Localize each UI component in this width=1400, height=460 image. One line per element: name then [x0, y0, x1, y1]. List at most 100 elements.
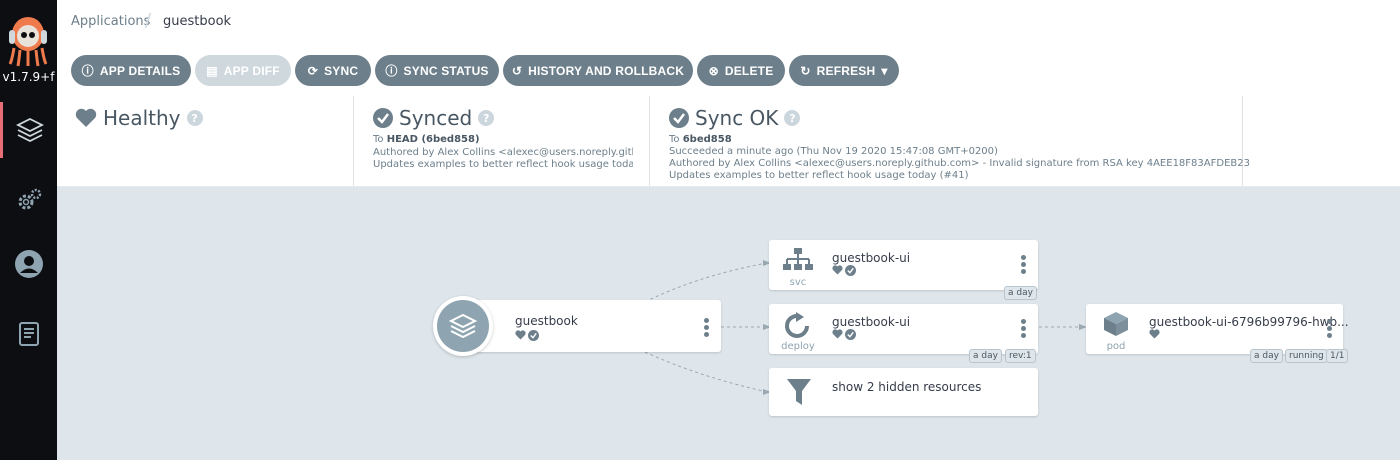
- refresh-label: REFRESH: [816, 63, 876, 78]
- hidden-resources-link[interactable]: show 2 hidden resources: [832, 380, 981, 394]
- sidebar-item-user-info[interactable]: [0, 236, 57, 292]
- heart-icon: [1149, 329, 1160, 339]
- root-app-name: guestbook: [515, 314, 578, 328]
- heart-icon: [515, 330, 526, 340]
- caret-down-icon: ▾: [881, 63, 888, 78]
- health-status-section: Healthy ?: [57, 96, 354, 186]
- app-diff-label: APP DIFF: [223, 63, 280, 78]
- deploy-revision-tag: rev:1: [1005, 349, 1036, 363]
- info-circle-icon: ⓘ: [385, 63, 398, 78]
- pod-menu-icon[interactable]: [1327, 319, 1333, 339]
- refresh-button[interactable]: ↻ REFRESH ▾: [789, 55, 899, 86]
- app-diff-button[interactable]: ▤ APP DIFF: [195, 55, 291, 86]
- sync-status-button[interactable]: ⓘ SYNC STATUS: [375, 55, 499, 86]
- app-details-label: APP DETAILS: [99, 63, 181, 78]
- gears-icon: [18, 188, 41, 210]
- svc-name: guestbook-ui: [832, 251, 911, 265]
- question-circle-icon[interactable]: ?: [186, 110, 203, 126]
- times-circle-icon: ⊗: [708, 63, 719, 78]
- pod-health: [1149, 329, 1160, 339]
- pod-age-tag: a day: [1250, 349, 1283, 363]
- sync-arrows-icon: ⟳: [307, 63, 319, 78]
- sidebar-item-applications[interactable]: [0, 102, 57, 158]
- breadcrumb-separator: /: [145, 10, 152, 31]
- deploy-age-tag: a day: [969, 349, 1002, 363]
- check-circle-icon: [373, 108, 393, 128]
- cube-icon: [1104, 312, 1128, 336]
- svc-kind-label: svc: [789, 277, 807, 288]
- redo-icon: ↻: [800, 63, 811, 78]
- hidden-resources-node[interactable]: show 2 hidden resources: [769, 368, 1038, 416]
- pod-node[interactable]: pod guestbook-ui-6796b99796-hwb... a day…: [1086, 304, 1349, 363]
- operation-message: Updates examples to better reflect hook …: [669, 170, 969, 181]
- status-panel: Healthy ? Synced ? To HEAD (6bed858) Aut…: [57, 96, 1400, 187]
- pod-status-tag: running: [1285, 349, 1328, 363]
- check-circle-icon: [669, 108, 689, 128]
- pod-ready-tag: 1/1: [1326, 349, 1349, 363]
- edge-root-hidden: [644, 351, 768, 393]
- layers-icon: [15, 117, 45, 143]
- svc-health: [832, 265, 856, 276]
- operation-author: Authored by Alex Collins <alexec@users.n…: [669, 158, 1250, 169]
- toolbar: ⓘ APP DETAILS ▤ APP DIFF ⟳ SYNC ⓘ SYNC S…: [57, 44, 1400, 97]
- sync-target: To HEAD (6bed858): [373, 134, 480, 145]
- pod-kind-label: pod: [1106, 341, 1126, 352]
- check-circle-icon: [528, 330, 539, 341]
- sync-status-label: SYNC STATUS: [403, 63, 489, 78]
- sidebar-item-settings[interactable]: [0, 172, 57, 228]
- operation-succeeded: Succeeded a minute ago (Thu Nov 19 2020 …: [669, 146, 998, 157]
- history-label: HISTORY AND ROLLBACK: [528, 63, 685, 78]
- svc-node[interactable]: svc guestbook-ui a day: [769, 240, 1038, 300]
- resource-tree-canvas[interactable]: guestbook svc guestbook-ui a day deploy …: [57, 186, 1400, 460]
- sidebar: v1.7.9+f: [0, 0, 57, 460]
- deploy-menu-icon[interactable]: [1021, 319, 1027, 339]
- breadcrumb-applications[interactable]: Applications: [71, 14, 150, 29]
- health-status-label: Healthy: [103, 106, 181, 130]
- sidebar-item-docs[interactable]: [0, 306, 57, 362]
- deploy-health: [832, 329, 856, 340]
- svc-age-tag: a day: [1004, 286, 1037, 300]
- rotate-arrow-icon: [785, 312, 809, 338]
- info-circle-icon: ⓘ: [81, 63, 94, 78]
- app-details-button[interactable]: ⓘ APP DETAILS: [71, 55, 191, 86]
- operation-status-section: Sync OK ? To 6bed858 Succeeded a minute …: [649, 96, 1250, 186]
- delete-label: DELETE: [724, 63, 774, 78]
- sync-label: SYNC: [324, 63, 359, 78]
- file-icon: ▤: [206, 63, 218, 78]
- history-icon: ↺: [511, 63, 523, 78]
- book-icon: [18, 322, 39, 346]
- layers-icon: [448, 313, 478, 339]
- sync-author: Authored by Alex Collins <alexec@users.n…: [373, 147, 633, 158]
- user-circle-icon: [14, 250, 43, 278]
- top-bar: Applications / guestbook: [57, 0, 1400, 44]
- deploy-node[interactable]: deploy guestbook-ui a day rev:1: [769, 304, 1038, 363]
- argo-octopus-logo[interactable]: [6, 8, 50, 70]
- check-circle-icon: [845, 329, 856, 340]
- pod-name: guestbook-ui-6796b99796-hwb...: [1149, 315, 1349, 329]
- sync-button[interactable]: ⟳ SYNC: [295, 55, 371, 86]
- root-app-health: [515, 330, 539, 341]
- root-app-icon-ring: [433, 296, 493, 356]
- heart-icon: [832, 329, 843, 339]
- question-circle-icon[interactable]: ?: [478, 110, 495, 126]
- edge-root-svc: [644, 262, 768, 303]
- operation-status-value: Sync OK: [695, 106, 779, 130]
- heart-icon: [832, 265, 843, 275]
- deploy-kind-label: deploy: [781, 341, 815, 352]
- network-tree-icon: [783, 248, 813, 270]
- check-circle-icon: [845, 265, 856, 276]
- question-circle-icon[interactable]: ?: [784, 110, 801, 126]
- history-rollback-button[interactable]: ↺ HISTORY AND ROLLBACK: [503, 55, 693, 86]
- heart-icon: [75, 108, 97, 127]
- version-label: v1.7.9+f: [2, 70, 55, 84]
- sync-message: Updates examples to better reflect hook …: [373, 159, 633, 170]
- delete-button[interactable]: ⊗ DELETE: [697, 55, 785, 86]
- root-app-menu-icon[interactable]: [704, 318, 710, 338]
- breadcrumb-current: guestbook: [163, 14, 232, 29]
- svc-menu-icon[interactable]: [1021, 255, 1027, 275]
- operation-target: To 6bed858: [669, 134, 732, 145]
- root-app-node[interactable]: guestbook: [466, 300, 721, 352]
- sync-revision-link[interactable]: HEAD (6bed858): [387, 134, 480, 145]
- deploy-name: guestbook-ui: [832, 315, 911, 329]
- operation-revision-link[interactable]: 6bed858: [683, 134, 732, 145]
